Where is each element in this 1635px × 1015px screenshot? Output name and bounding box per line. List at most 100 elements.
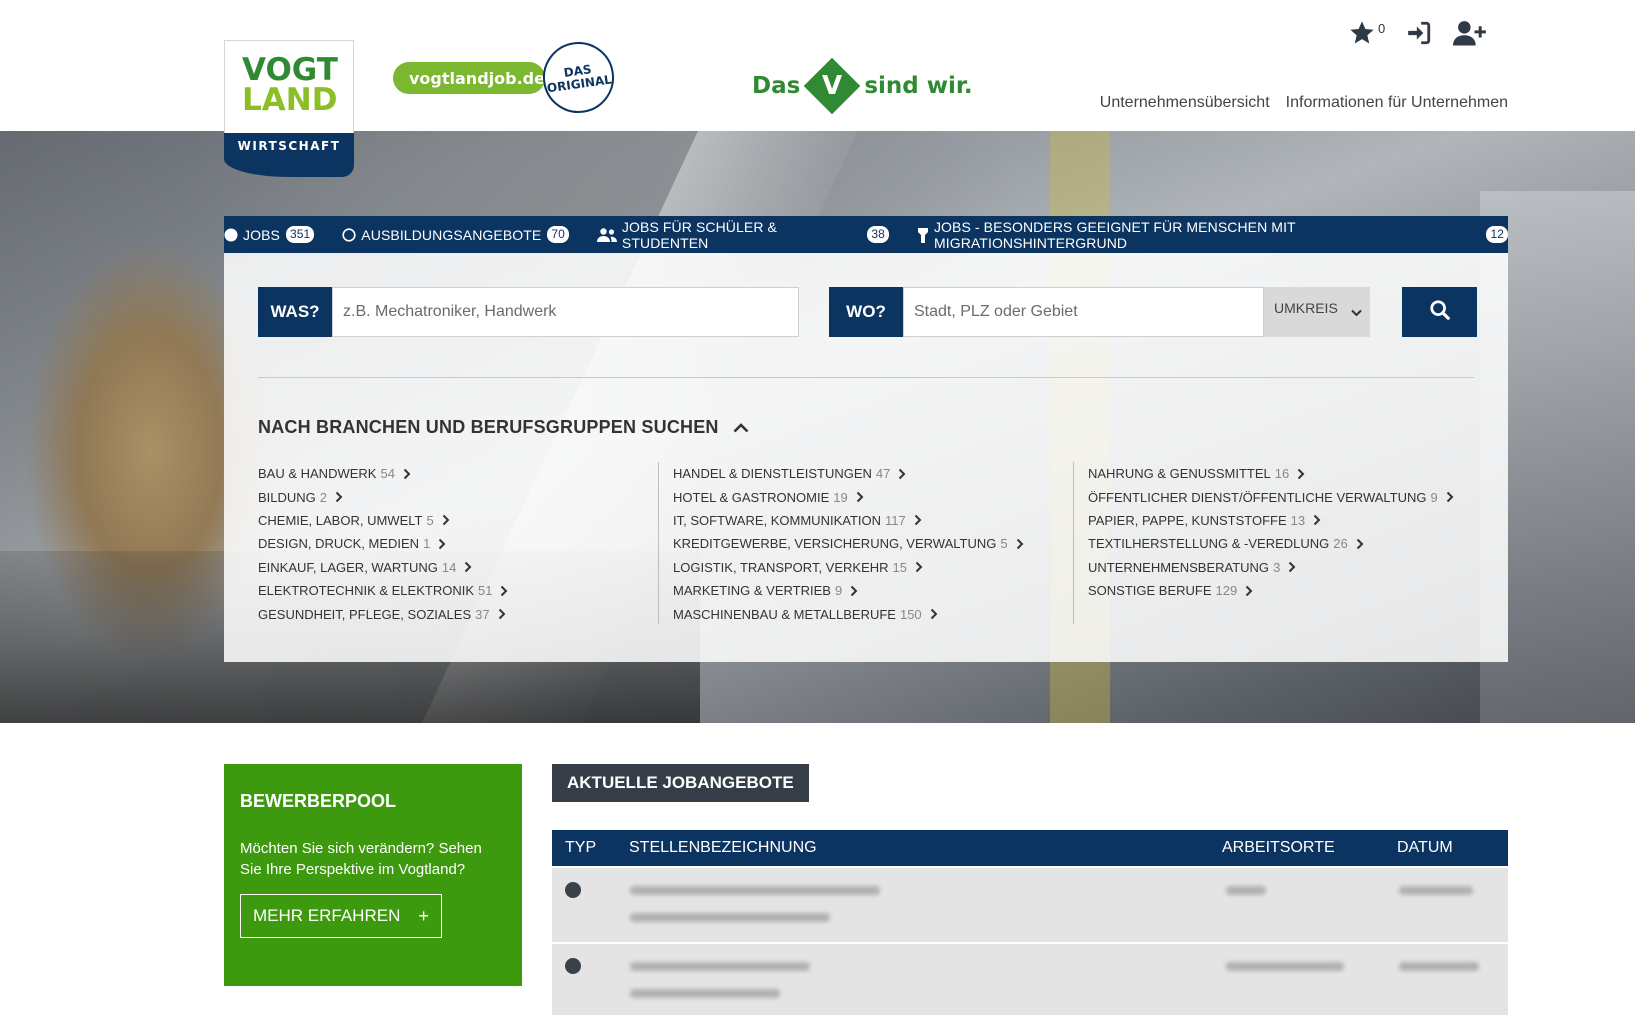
blurred-date	[1399, 886, 1473, 895]
favorites-star-icon[interactable]: 0	[1348, 19, 1385, 47]
category-link[interactable]: KREDITGEWERBE, VERSICHERUNG, VERWALTUNG 5	[673, 532, 1024, 555]
chevron-right-icon	[1245, 585, 1253, 597]
category-name: PAPIER, PAPPE, KUNSTSTOFFE	[1088, 512, 1287, 528]
category-name: HANDEL & DIENSTLEISTUNGEN	[673, 466, 872, 482]
category-count: 117	[885, 512, 906, 528]
category-link[interactable]: PAPIER, PAPPE, KUNSTSTOFFE 13	[1088, 509, 1454, 532]
chevron-right-icon	[930, 608, 938, 620]
category-count: 37	[475, 606, 490, 622]
register-user-plus-icon[interactable]	[1453, 19, 1487, 47]
job-type-dot-icon	[565, 958, 581, 974]
vogtlandjob-logo[interactable]: vogtlandjob.de	[393, 62, 545, 94]
chevron-right-icon	[403, 468, 411, 480]
blurred-company	[630, 913, 830, 922]
chevron-right-icon	[1016, 538, 1024, 550]
slogan-logo: Das V sind wir.	[752, 57, 973, 115]
search-icon	[1429, 299, 1451, 326]
categories-toggle[interactable]: NACH BRANCHEN UND BERUFSGRUPPEN SUCHEN	[258, 417, 749, 438]
category-name: EINKAUF, LAGER, WARTUNG	[258, 559, 438, 575]
category-link[interactable]: BAU & HANDWERK 54	[258, 462, 508, 485]
chevron-right-icon	[464, 561, 472, 573]
mehr-erfahren-button[interactable]: MEHR ERFAHREN +	[240, 894, 442, 938]
category-link[interactable]: MARKETING & VERTRIEB 9	[673, 579, 1024, 602]
category-name: DESIGN, DRUCK, MEDIEN	[258, 536, 420, 552]
col-typ[interactable]: TYP	[565, 839, 596, 857]
category-link[interactable]: SONSTIGE BERUFE 129	[1088, 579, 1454, 602]
category-link[interactable]: CHEMIE, LABOR, UMWELT 5	[258, 509, 508, 532]
tab-count-badge: 351	[285, 226, 315, 243]
chevron-right-icon	[442, 514, 450, 526]
blurred-job-title	[630, 962, 810, 971]
category-link[interactable]: ÖFFENTLICHER DIENST/ÖFFENTLICHE VERWALTU…	[1088, 485, 1454, 508]
category-link[interactable]: LOGISTIK, TRANSPORT, VERKEHR 15	[673, 556, 1024, 579]
login-icon[interactable]	[1405, 20, 1433, 46]
category-count: 5	[426, 512, 434, 528]
category-name: NAHRUNG & GENUSSMITTEL	[1088, 466, 1271, 482]
category-link[interactable]: BILDUNG 2	[258, 485, 508, 508]
category-name: SONSTIGE BERUFE	[1088, 583, 1212, 599]
category-name: ELEKTROTECHNIK & ELEKTRONIK	[258, 583, 474, 599]
col-datum[interactable]: DATUM	[1397, 839, 1453, 857]
panel-divider	[258, 377, 1474, 378]
category-link[interactable]: GESUNDHEIT, PFLEGE, SOZIALES 37	[258, 602, 508, 625]
category-link[interactable]: IT, SOFTWARE, KOMMUNIKATION 117	[673, 509, 1024, 532]
nav-unternehmensuebersicht[interactable]: Unternehmensübersicht	[1100, 94, 1270, 112]
jobs-section-title: AKTUELLE JOBANGEBOTE	[552, 764, 809, 802]
category-name: ÖFFENTLICHER DIENST/ÖFFENTLICHE VERWALTU…	[1088, 489, 1427, 505]
tab-jobs[interactable]: JOBS 351	[224, 226, 315, 243]
chevron-right-icon	[915, 561, 923, 573]
search-button[interactable]	[1402, 287, 1477, 337]
category-count: 2	[319, 489, 328, 505]
tab-migrationshintergrund[interactable]: JOBS - BESONDERS GEEIGNET FÜR MENSCHEN M…	[917, 219, 1508, 251]
category-count: 54	[380, 466, 395, 482]
tab-schueler-studenten[interactable]: JOBS FÜR SCHÜLER & STUDENTEN 38	[596, 219, 889, 251]
category-name: UNTERNEHMENSBERATUNG	[1088, 559, 1270, 575]
chevron-right-icon	[438, 538, 446, 550]
umkreis-select[interactable]: UMKREIS	[1264, 287, 1370, 337]
tab-ausbildungsangebote[interactable]: AUSBILDUNGSANGEBOTE 70	[342, 226, 569, 243]
col-arbeitsorte[interactable]: ARBEITSORTE	[1222, 839, 1335, 857]
category-link[interactable]: EINKAUF, LAGER, WARTUNG 14	[258, 556, 508, 579]
chevron-right-icon	[1446, 491, 1454, 503]
job-type-dot-icon	[565, 882, 581, 898]
category-link[interactable]: MASCHINENBAU & METALLBERUFE 150	[673, 602, 1024, 625]
blurred-job-title	[630, 886, 880, 895]
category-name: MARKETING & VERTRIEB	[673, 583, 831, 599]
category-name: GESUNDHEIT, PFLEGE, SOZIALES	[258, 606, 472, 622]
pool-text: Möchten Sie sich verändern? Sehen Sie Ih…	[240, 840, 482, 878]
col-stellenbezeichnung[interactable]: STELLENBEZEICHNUNG	[629, 839, 817, 857]
was-search-input[interactable]	[332, 287, 799, 337]
category-link[interactable]: HOTEL & GASTRONOMIE 19	[673, 485, 1024, 508]
favorites-count: 0	[1378, 21, 1386, 36]
pool-title: BEWERBERPOOL	[240, 791, 397, 811]
chevron-right-icon	[1297, 468, 1305, 480]
chevron-down-icon	[1351, 304, 1362, 320]
category-link[interactable]: DESIGN, DRUCK, MEDIEN 1	[258, 532, 508, 555]
vogtland-wirtschaft-logo[interactable]: VOGT LAND WIRTSCHAFT	[224, 40, 354, 177]
category-link[interactable]: NAHRUNG & GENUSSMITTEL 16	[1088, 462, 1454, 485]
wo-location-input[interactable]	[903, 287, 1264, 337]
top-navigation: Unternehmensübersicht Informationen für …	[1100, 94, 1508, 112]
category-name: BILDUNG	[258, 489, 316, 505]
category-count: 14	[441, 559, 457, 575]
logo-line-1: VOGT	[242, 52, 338, 88]
table-row[interactable]	[552, 868, 1508, 942]
category-name: LOGISTIK, TRANSPORT, VERKEHR	[673, 559, 889, 575]
category-name: TEXTILHERSTELLUNG & -VEREDLUNG	[1088, 536, 1330, 552]
site-header: VOGT LAND WIRTSCHAFT vogtlandjob.de DAS …	[0, 0, 1635, 177]
chevron-right-icon	[498, 608, 506, 620]
nav-informationen-fuer-unternehmen[interactable]: Informationen für Unternehmen	[1286, 94, 1508, 112]
category-column-1: BAU & HANDWERK 54 BILDUNG 2 CHEMIE, LABOR, U…	[258, 462, 508, 626]
category-count: 3	[1273, 559, 1281, 575]
table-row[interactable]	[552, 944, 1508, 1015]
category-name: IT, SOFTWARE, KOMMUNIKATION	[673, 512, 881, 528]
category-count: 1	[423, 536, 431, 552]
category-link[interactable]: UNTERNEHMENSBERATUNG 3	[1088, 556, 1454, 579]
header-icons: 0	[1348, 16, 1507, 50]
chevron-up-icon	[733, 422, 749, 433]
category-link[interactable]: HANDEL & DIENSTLEISTUNGEN 47	[673, 462, 1024, 485]
category-link[interactable]: ELEKTROTECHNIK & ELEKTRONIK 51	[258, 579, 508, 602]
circle-outline-icon	[342, 227, 356, 242]
blurred-location	[1226, 962, 1344, 971]
category-link[interactable]: TEXTILHERSTELLUNG & -VEREDLUNG 26	[1088, 532, 1454, 555]
